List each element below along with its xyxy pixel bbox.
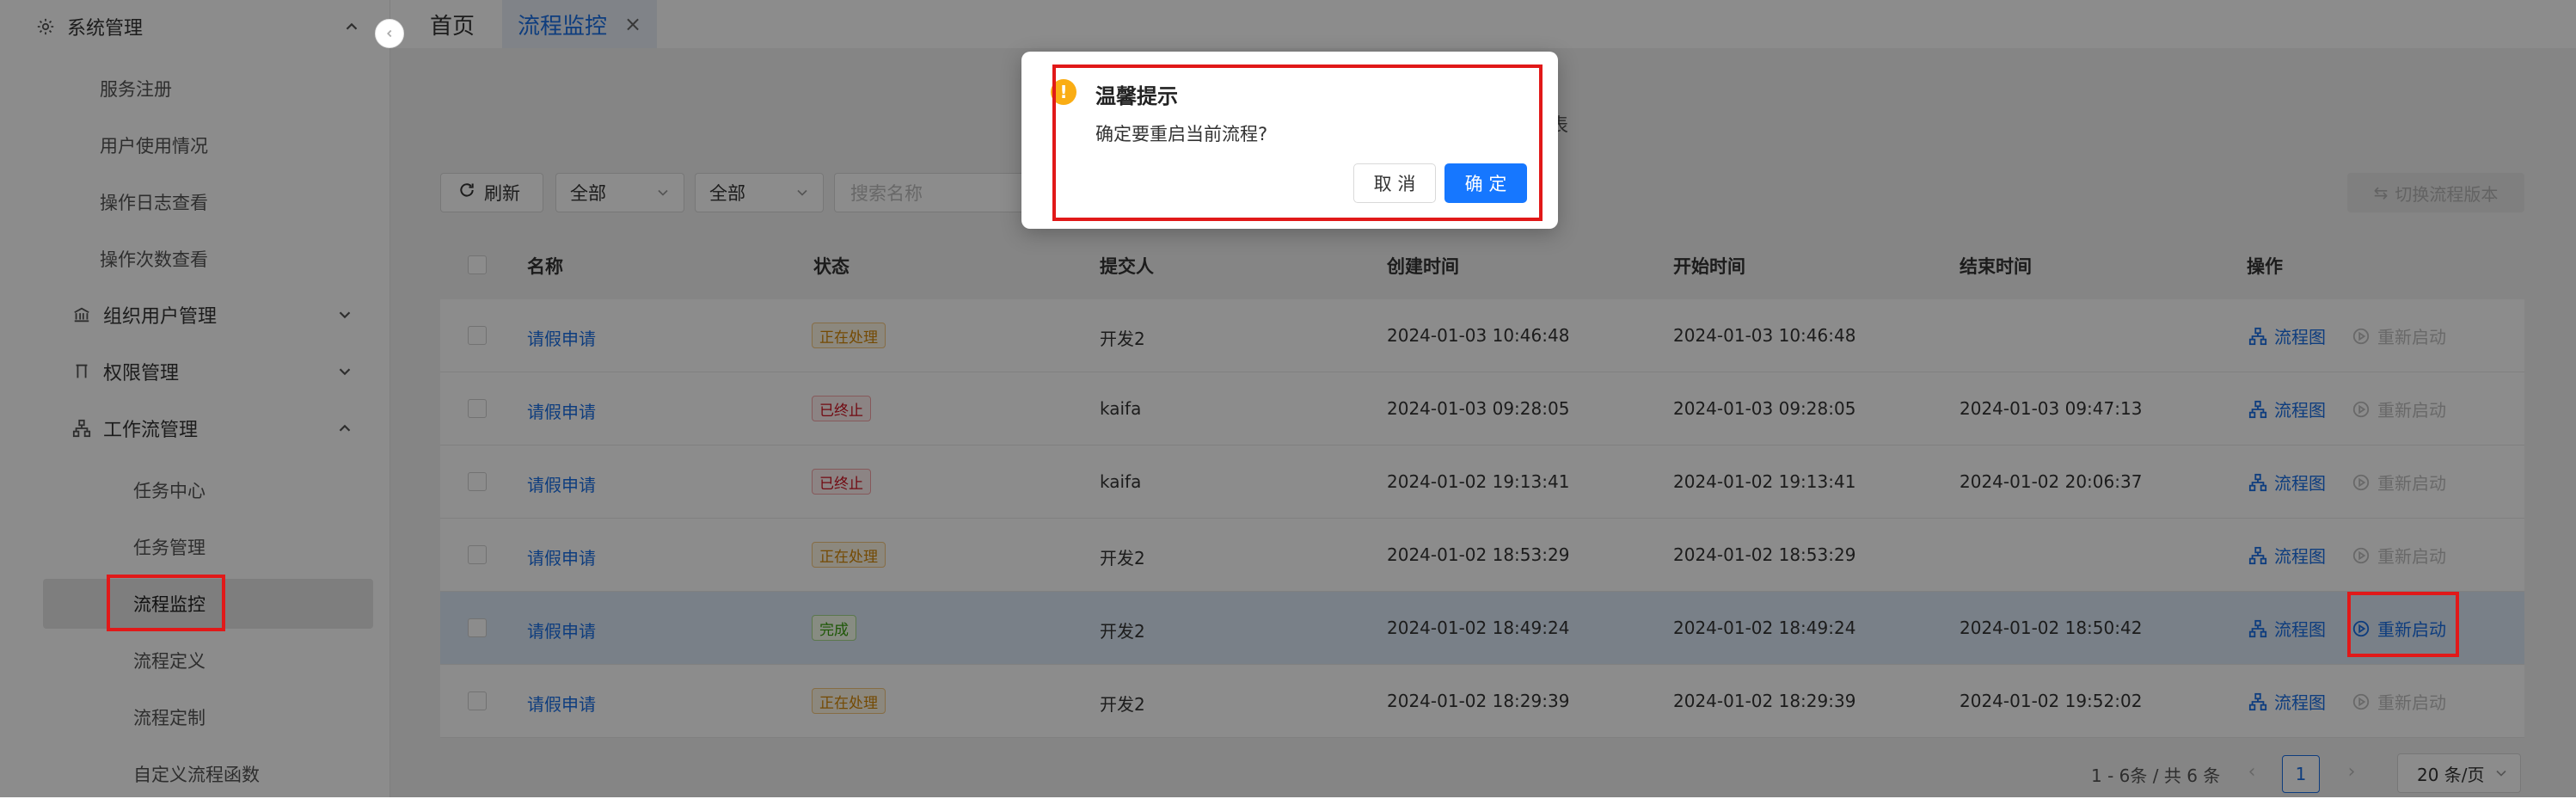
chevron-left-icon bbox=[387, 29, 392, 38]
annotation-box-sidebar bbox=[107, 575, 225, 631]
annotation-box-restart bbox=[2347, 592, 2459, 657]
annotation-box-dialog bbox=[1052, 65, 1543, 221]
sidebar-collapse-button[interactable] bbox=[375, 19, 404, 48]
